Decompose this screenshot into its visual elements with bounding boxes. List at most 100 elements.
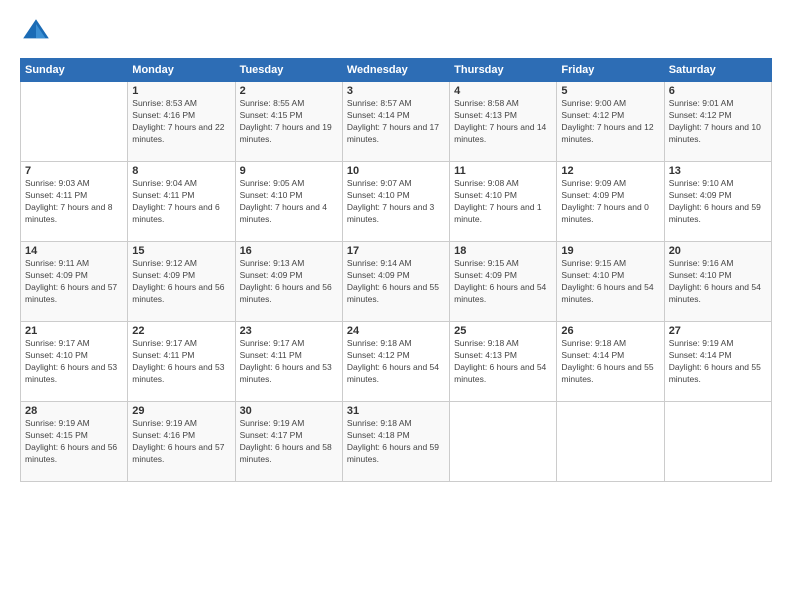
week-row-2: 14Sunrise: 9:11 AMSunset: 4:09 PMDayligh… — [21, 242, 772, 322]
day-info: Sunrise: 9:18 AMSunset: 4:12 PMDaylight:… — [347, 338, 445, 386]
day-number: 22 — [132, 325, 230, 337]
calendar-cell: 26Sunrise: 9:18 AMSunset: 4:14 PMDayligh… — [557, 322, 664, 402]
day-number: 30 — [240, 405, 338, 417]
calendar-cell: 31Sunrise: 9:18 AMSunset: 4:18 PMDayligh… — [342, 402, 449, 482]
calendar-cell: 11Sunrise: 9:08 AMSunset: 4:10 PMDayligh… — [450, 162, 557, 242]
day-info: Sunrise: 9:19 AMSunset: 4:15 PMDaylight:… — [25, 418, 123, 466]
day-number: 29 — [132, 405, 230, 417]
day-number: 20 — [669, 245, 767, 257]
day-info: Sunrise: 9:17 AMSunset: 4:10 PMDaylight:… — [25, 338, 123, 386]
calendar-cell: 28Sunrise: 9:19 AMSunset: 4:15 PMDayligh… — [21, 402, 128, 482]
day-info: Sunrise: 9:04 AMSunset: 4:11 PMDaylight:… — [132, 178, 230, 226]
weekday-header-row: SundayMondayTuesdayWednesdayThursdayFrid… — [21, 59, 772, 82]
day-info: Sunrise: 9:17 AMSunset: 4:11 PMDaylight:… — [240, 338, 338, 386]
day-info: Sunrise: 8:57 AMSunset: 4:14 PMDaylight:… — [347, 98, 445, 146]
calendar-cell: 21Sunrise: 9:17 AMSunset: 4:10 PMDayligh… — [21, 322, 128, 402]
day-number: 4 — [454, 85, 552, 97]
calendar-cell: 25Sunrise: 9:18 AMSunset: 4:13 PMDayligh… — [450, 322, 557, 402]
day-info: Sunrise: 9:08 AMSunset: 4:10 PMDaylight:… — [454, 178, 552, 226]
calendar-cell: 24Sunrise: 9:18 AMSunset: 4:12 PMDayligh… — [342, 322, 449, 402]
weekday-header-thursday: Thursday — [450, 59, 557, 82]
calendar-cell: 30Sunrise: 9:19 AMSunset: 4:17 PMDayligh… — [235, 402, 342, 482]
day-info: Sunrise: 9:16 AMSunset: 4:10 PMDaylight:… — [669, 258, 767, 306]
day-number: 5 — [561, 85, 659, 97]
calendar-cell: 14Sunrise: 9:11 AMSunset: 4:09 PMDayligh… — [21, 242, 128, 322]
header — [20, 16, 772, 48]
calendar-cell: 3Sunrise: 8:57 AMSunset: 4:14 PMDaylight… — [342, 82, 449, 162]
day-info: Sunrise: 9:19 AMSunset: 4:17 PMDaylight:… — [240, 418, 338, 466]
day-number: 14 — [25, 245, 123, 257]
calendar-table: SundayMondayTuesdayWednesdayThursdayFrid… — [20, 58, 772, 482]
day-info: Sunrise: 9:00 AMSunset: 4:12 PMDaylight:… — [561, 98, 659, 146]
day-number: 16 — [240, 245, 338, 257]
weekday-header-tuesday: Tuesday — [235, 59, 342, 82]
day-info: Sunrise: 9:14 AMSunset: 4:09 PMDaylight:… — [347, 258, 445, 306]
day-number: 31 — [347, 405, 445, 417]
week-row-1: 7Sunrise: 9:03 AMSunset: 4:11 PMDaylight… — [21, 162, 772, 242]
weekday-header-friday: Friday — [557, 59, 664, 82]
calendar-cell: 17Sunrise: 9:14 AMSunset: 4:09 PMDayligh… — [342, 242, 449, 322]
calendar-cell: 1Sunrise: 8:53 AMSunset: 4:16 PMDaylight… — [128, 82, 235, 162]
day-number: 9 — [240, 165, 338, 177]
day-number: 19 — [561, 245, 659, 257]
day-number: 6 — [669, 85, 767, 97]
calendar-cell: 6Sunrise: 9:01 AMSunset: 4:12 PMDaylight… — [664, 82, 771, 162]
calendar-cell — [664, 402, 771, 482]
day-info: Sunrise: 9:18 AMSunset: 4:14 PMDaylight:… — [561, 338, 659, 386]
day-number: 28 — [25, 405, 123, 417]
calendar-cell: 5Sunrise: 9:00 AMSunset: 4:12 PMDaylight… — [557, 82, 664, 162]
day-info: Sunrise: 8:58 AMSunset: 4:13 PMDaylight:… — [454, 98, 552, 146]
day-info: Sunrise: 9:19 AMSunset: 4:16 PMDaylight:… — [132, 418, 230, 466]
calendar-cell: 18Sunrise: 9:15 AMSunset: 4:09 PMDayligh… — [450, 242, 557, 322]
day-number: 12 — [561, 165, 659, 177]
week-row-3: 21Sunrise: 9:17 AMSunset: 4:10 PMDayligh… — [21, 322, 772, 402]
calendar-cell: 15Sunrise: 9:12 AMSunset: 4:09 PMDayligh… — [128, 242, 235, 322]
calendar-cell: 4Sunrise: 8:58 AMSunset: 4:13 PMDaylight… — [450, 82, 557, 162]
week-row-4: 28Sunrise: 9:19 AMSunset: 4:15 PMDayligh… — [21, 402, 772, 482]
calendar-cell: 7Sunrise: 9:03 AMSunset: 4:11 PMDaylight… — [21, 162, 128, 242]
weekday-header-wednesday: Wednesday — [342, 59, 449, 82]
weekday-header-monday: Monday — [128, 59, 235, 82]
calendar-cell: 10Sunrise: 9:07 AMSunset: 4:10 PMDayligh… — [342, 162, 449, 242]
day-number: 23 — [240, 325, 338, 337]
day-number: 21 — [25, 325, 123, 337]
page: SundayMondayTuesdayWednesdayThursdayFrid… — [0, 0, 792, 612]
calendar-cell: 13Sunrise: 9:10 AMSunset: 4:09 PMDayligh… — [664, 162, 771, 242]
day-info: Sunrise: 9:03 AMSunset: 4:11 PMDaylight:… — [25, 178, 123, 226]
calendar-cell: 22Sunrise: 9:17 AMSunset: 4:11 PMDayligh… — [128, 322, 235, 402]
day-number: 10 — [347, 165, 445, 177]
calendar-cell: 27Sunrise: 9:19 AMSunset: 4:14 PMDayligh… — [664, 322, 771, 402]
day-number: 24 — [347, 325, 445, 337]
day-number: 1 — [132, 85, 230, 97]
day-info: Sunrise: 9:13 AMSunset: 4:09 PMDaylight:… — [240, 258, 338, 306]
day-number: 25 — [454, 325, 552, 337]
calendar-cell: 19Sunrise: 9:15 AMSunset: 4:10 PMDayligh… — [557, 242, 664, 322]
day-info: Sunrise: 9:07 AMSunset: 4:10 PMDaylight:… — [347, 178, 445, 226]
calendar-cell — [450, 402, 557, 482]
day-number: 18 — [454, 245, 552, 257]
calendar-cell — [557, 402, 664, 482]
day-info: Sunrise: 9:18 AMSunset: 4:18 PMDaylight:… — [347, 418, 445, 466]
day-number: 11 — [454, 165, 552, 177]
weekday-header-saturday: Saturday — [664, 59, 771, 82]
calendar-cell: 9Sunrise: 9:05 AMSunset: 4:10 PMDaylight… — [235, 162, 342, 242]
calendar-cell: 2Sunrise: 8:55 AMSunset: 4:15 PMDaylight… — [235, 82, 342, 162]
calendar-cell: 29Sunrise: 9:19 AMSunset: 4:16 PMDayligh… — [128, 402, 235, 482]
day-number: 27 — [669, 325, 767, 337]
day-info: Sunrise: 9:10 AMSunset: 4:09 PMDaylight:… — [669, 178, 767, 226]
day-number: 7 — [25, 165, 123, 177]
weekday-header-sunday: Sunday — [21, 59, 128, 82]
logo — [20, 16, 56, 48]
day-info: Sunrise: 9:05 AMSunset: 4:10 PMDaylight:… — [240, 178, 338, 226]
day-info: Sunrise: 9:12 AMSunset: 4:09 PMDaylight:… — [132, 258, 230, 306]
day-info: Sunrise: 9:15 AMSunset: 4:10 PMDaylight:… — [561, 258, 659, 306]
day-number: 3 — [347, 85, 445, 97]
day-number: 15 — [132, 245, 230, 257]
day-info: Sunrise: 9:15 AMSunset: 4:09 PMDaylight:… — [454, 258, 552, 306]
calendar-cell: 8Sunrise: 9:04 AMSunset: 4:11 PMDaylight… — [128, 162, 235, 242]
day-info: Sunrise: 9:11 AMSunset: 4:09 PMDaylight:… — [25, 258, 123, 306]
calendar-cell: 23Sunrise: 9:17 AMSunset: 4:11 PMDayligh… — [235, 322, 342, 402]
day-info: Sunrise: 9:18 AMSunset: 4:13 PMDaylight:… — [454, 338, 552, 386]
day-info: Sunrise: 8:53 AMSunset: 4:16 PMDaylight:… — [132, 98, 230, 146]
calendar-cell: 12Sunrise: 9:09 AMSunset: 4:09 PMDayligh… — [557, 162, 664, 242]
